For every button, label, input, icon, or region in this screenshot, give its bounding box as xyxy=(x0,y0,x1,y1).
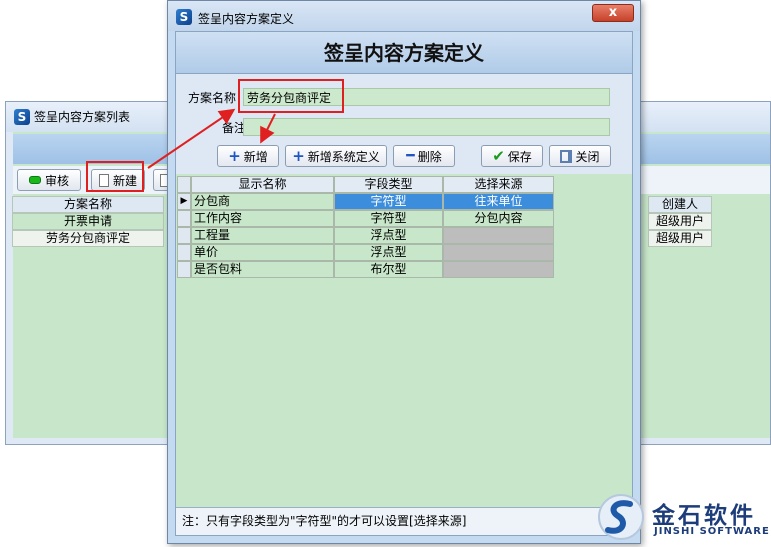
arrow-to-add-button xyxy=(260,113,276,144)
annotation-arrows xyxy=(147,108,276,169)
arrow-to-scheme-name xyxy=(147,108,236,169)
brand-watermark: 金石软件 JINSHI SOFTWARE xyxy=(596,492,771,547)
jinshi-logo-icon xyxy=(598,494,644,540)
brand-name-cn: 金石软件 xyxy=(652,503,756,529)
brand-name-en: JINSHI SOFTWARE xyxy=(654,526,770,537)
